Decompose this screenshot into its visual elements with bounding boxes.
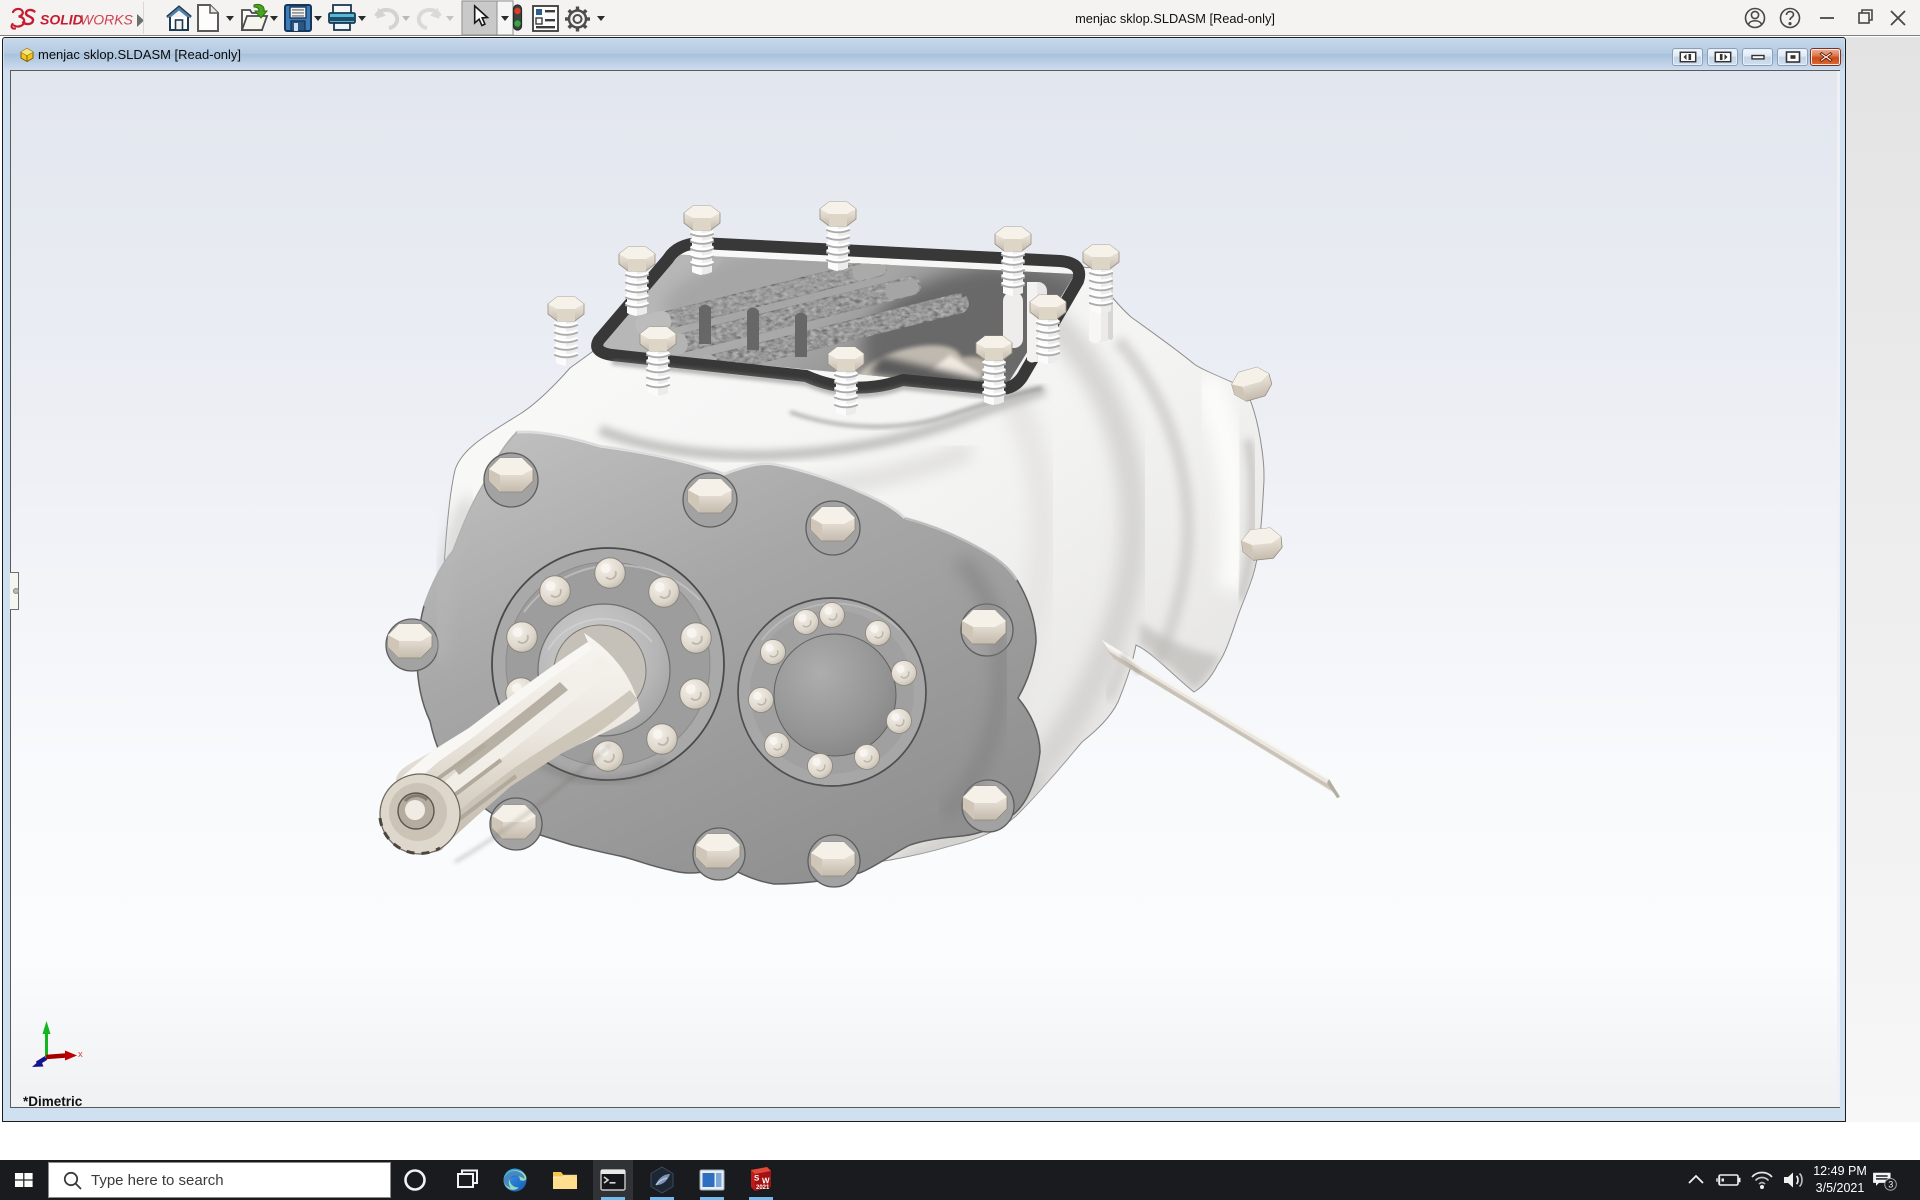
svg-text:S: S [754,1173,760,1182]
svg-text:x: x [78,1049,83,1060]
svg-text:3: 3 [1888,1180,1893,1190]
svg-text:2021: 2021 [756,1185,770,1191]
svg-text:W: W [762,1176,770,1185]
